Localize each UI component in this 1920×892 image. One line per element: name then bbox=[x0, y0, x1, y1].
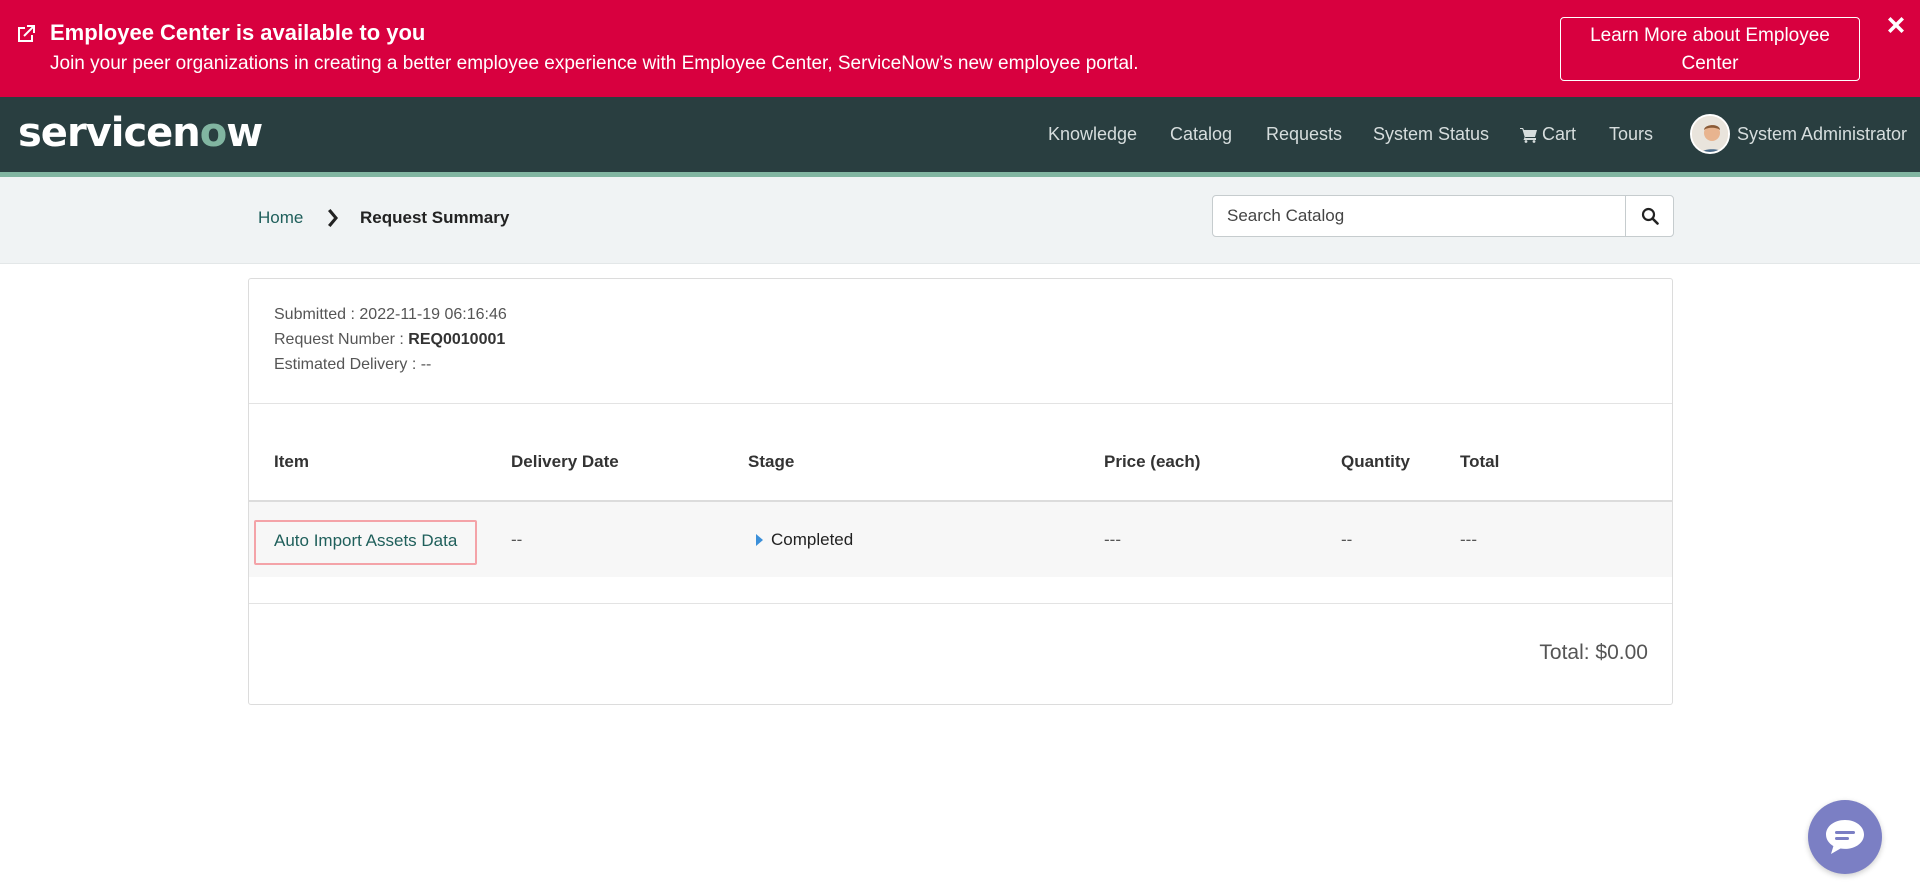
column-header-delivery-date: Delivery Date bbox=[511, 452, 619, 471]
order-total: Total: $0.00 bbox=[1539, 641, 1648, 664]
banner-title: Employee Center is available to you bbox=[50, 20, 426, 45]
breadcrumb-current: Request Summary bbox=[360, 208, 510, 227]
estimated-delivery-value: -- bbox=[420, 356, 432, 373]
close-icon[interactable] bbox=[1883, 12, 1909, 38]
nav-knowledge[interactable]: Knowledge bbox=[1048, 97, 1137, 172]
nav-catalog[interactable]: Catalog bbox=[1170, 97, 1232, 172]
expand-stage-icon[interactable] bbox=[756, 534, 763, 546]
total-divider bbox=[249, 603, 1672, 604]
search-button[interactable] bbox=[1625, 195, 1674, 237]
cell-quantity: -- bbox=[1341, 530, 1353, 549]
chevron-right-icon bbox=[328, 209, 338, 227]
external-link-icon bbox=[18, 25, 35, 42]
column-header-item: Item bbox=[274, 452, 309, 471]
nav-requests[interactable]: Requests bbox=[1266, 97, 1342, 172]
cell-stage: Completed bbox=[771, 530, 854, 549]
request-number-value: REQ0010001 bbox=[408, 331, 506, 348]
submitted-value: 2022-11-19 06:16:46 bbox=[359, 306, 507, 323]
breadcrumb-home[interactable]: Home bbox=[258, 208, 303, 228]
cell-delivery-date: -- bbox=[511, 530, 523, 549]
request-number-line: Request Number : REQ0010001 bbox=[274, 331, 506, 348]
cart-icon bbox=[1520, 127, 1537, 143]
nav-cart-label: Cart bbox=[1542, 124, 1577, 144]
servicenow-logo[interactable]: servicenow bbox=[18, 110, 263, 158]
cell-total: --- bbox=[1460, 530, 1477, 549]
nav-cart[interactable]: Cart bbox=[1520, 97, 1576, 172]
search-icon bbox=[1641, 207, 1659, 225]
chat-button[interactable] bbox=[1808, 800, 1882, 874]
estimated-delivery-line: Estimated Delivery : -- bbox=[274, 356, 432, 373]
column-header-quantity: Quantity bbox=[1341, 452, 1410, 471]
item-link[interactable]: Auto Import Assets Data bbox=[254, 520, 477, 565]
column-header-total: Total bbox=[1460, 452, 1500, 471]
submitted-line: Submitted : 2022-11-19 06:16:46 bbox=[274, 306, 507, 323]
chat-bubble-icon bbox=[1826, 820, 1864, 854]
cell-price: --- bbox=[1104, 530, 1121, 549]
user-avatar[interactable] bbox=[1690, 114, 1730, 154]
search-catalog-input[interactable] bbox=[1212, 195, 1626, 237]
nav-tours[interactable]: Tours bbox=[1609, 97, 1653, 172]
learn-more-button[interactable]: Learn More about Employee Center bbox=[1560, 17, 1860, 81]
banner-text: Join your peer organizations in creating… bbox=[50, 53, 1139, 74]
column-header-price: Price (each) bbox=[1104, 452, 1201, 471]
section-divider bbox=[249, 403, 1672, 404]
column-header-stage: Stage bbox=[748, 452, 795, 471]
nav-system-status[interactable]: System Status bbox=[1373, 97, 1489, 172]
nav-user-name[interactable]: System Administrator bbox=[1737, 97, 1907, 172]
employee-center-banner: Employee Center is available to you Join… bbox=[0, 0, 1920, 97]
